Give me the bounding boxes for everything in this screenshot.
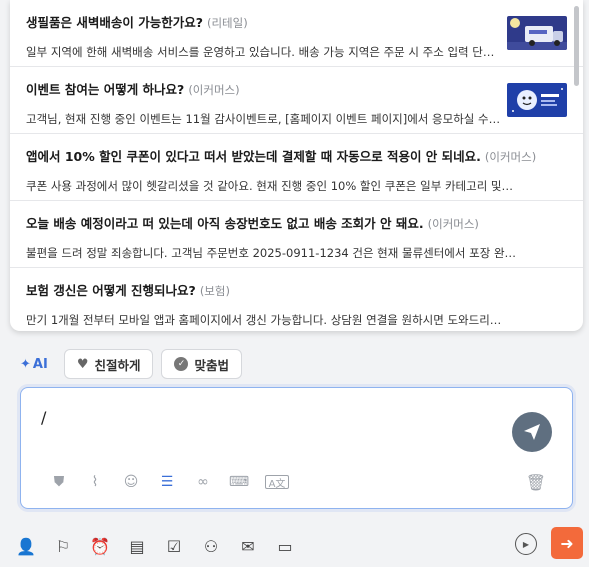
faq-question: 보험 갱신은 어떻게 진행되나요?	[26, 283, 196, 298]
faq-category: (이커머스)	[484, 150, 537, 164]
tone-kind-button[interactable]: ♥ 친절하게	[63, 349, 154, 379]
tone-kind-label: 친절하게	[94, 357, 141, 373]
ai-label: AI	[32, 356, 48, 372]
shield-icon[interactable]: ⛊	[49, 472, 69, 492]
keyboard-icon[interactable]: ⌨	[229, 472, 249, 492]
composer-text[interactable]: /	[41, 408, 46, 427]
faq-item[interactable]: 생필품은 새벽배송이 가능한가요? (리테일) 일부 지역에 한해 새벽배송 서비…	[10, 0, 583, 67]
play-icon[interactable]: ▶	[515, 533, 537, 555]
mail-icon[interactable]: ✉	[236, 534, 260, 558]
faq-question: 앱에서 10% 할인 쿠폰이 있다고 떠서 받았는데 결제할 때 자동으로 적용…	[26, 149, 481, 164]
panel-scrollbar[interactable]	[574, 6, 579, 86]
delivery-truck-thumbnail	[507, 16, 567, 50]
faq-item[interactable]: 앱에서 10% 할인 쿠폰이 있다고 떠서 받았는데 결제할 때 자동으로 적용…	[10, 134, 583, 201]
faq-category: (이커머스)	[188, 83, 240, 97]
exit-icon: ➜	[560, 533, 574, 553]
user-check-icon[interactable]: 👤	[14, 534, 38, 558]
send-icon	[524, 424, 540, 440]
heart-icon: ♥	[76, 356, 89, 372]
faq-answer: 만기 1개월 전부터 모바일 앱과 홈페이지에서 갱신 가능합니다. 상담원 연…	[26, 313, 502, 327]
faq-category: (보험)	[199, 284, 230, 298]
ticket-icon[interactable]: ▭	[273, 534, 297, 558]
faq-category: (리테일)	[206, 16, 248, 30]
sparkle-icon: ✦	[20, 356, 31, 372]
spellcheck-button[interactable]: ✓ 맞춤법	[161, 349, 242, 379]
faq-item[interactable]: 오늘 배송 예정이라고 떠 있는데 아직 송장번호도 없고 배송 조회가 안 돼…	[10, 201, 583, 268]
faq-question: 생필품은 새벽배송이 가능한가요?	[26, 15, 203, 30]
trash-icon[interactable]: 🗑	[526, 473, 546, 492]
ai-toolbar: ✦ AI ♥ 친절하게 ✓ 맞춤법	[20, 349, 242, 379]
faq-answer: 고객님, 현재 진행 중인 이벤트는 11월 감사이벤트로, [홈페이지 이벤트…	[26, 112, 503, 126]
clipboard-check-icon[interactable]: ☑	[162, 534, 186, 558]
ai-toggle[interactable]: ✦ AI	[20, 357, 48, 372]
flag-icon[interactable]: ⚐	[51, 534, 75, 558]
alarm-icon[interactable]: ⏰	[88, 534, 112, 558]
faq-answer: 쿠폰 사용 과정에서 많이 헷갈리셨을 것 같아요. 현재 진행 중인 10% …	[26, 179, 514, 193]
document-icon[interactable]: ▤	[125, 534, 149, 558]
faq-item[interactable]: 이벤트 참여는 어떻게 하나요? (이커머스) 고객님, 현재 진행 중인 이벤트…	[10, 67, 583, 134]
list-icon[interactable]: ☰	[157, 472, 177, 492]
faq-category: (이커머스)	[427, 217, 479, 231]
faq-question: 오늘 배송 예정이라고 떠 있는데 아직 송장번호도 없고 배송 조회가 안 돼…	[26, 216, 424, 231]
faq-answer: 불편을 드려 정말 죄송합니다. 고객님 주문번호 2025-0911-1234…	[26, 246, 517, 260]
send-button[interactable]	[512, 412, 552, 452]
link-icon[interactable]: ∞	[193, 472, 213, 492]
message-composer[interactable]: / ⛊ ⌇ ☺ ☰ ∞ ⌨ A文 🗑	[20, 387, 573, 509]
faq-suggestion-panel: 생필품은 새벽배송이 가능한가요? (리테일) 일부 지역에 한해 새벽배송 서비…	[10, 0, 583, 331]
faq-question: 이벤트 참여는 어떻게 하나요?	[26, 82, 185, 97]
paperclip-icon[interactable]: ⌇	[85, 472, 105, 492]
check-circle-icon: ✓	[174, 357, 189, 371]
faq-answer: 일부 지역에 한해 새벽배송 서비스를 운영하고 있습니다. 배송 가능 지역은…	[26, 45, 503, 59]
spellcheck-label: 맞춤법	[194, 357, 229, 373]
translate-icon[interactable]: A文	[265, 475, 289, 490]
faq-item[interactable]: 보험 갱신은 어떻게 진행되나요? (보험) 만기 1개월 전부터 모바일 앱과 …	[10, 268, 583, 331]
composer-tools: ⛊ ⌇ ☺ ☰ ∞ ⌨ A文	[49, 472, 289, 492]
bottom-toolbar: 👤 ⚐ ⏰ ▤ ☑ ⚇ ✉ ▭	[0, 525, 589, 567]
emoji-icon[interactable]: ☺	[121, 472, 141, 492]
people-icon[interactable]: ⚇	[199, 534, 223, 558]
exit-button[interactable]: ➜	[551, 527, 583, 559]
event-banner-thumbnail	[507, 83, 567, 117]
